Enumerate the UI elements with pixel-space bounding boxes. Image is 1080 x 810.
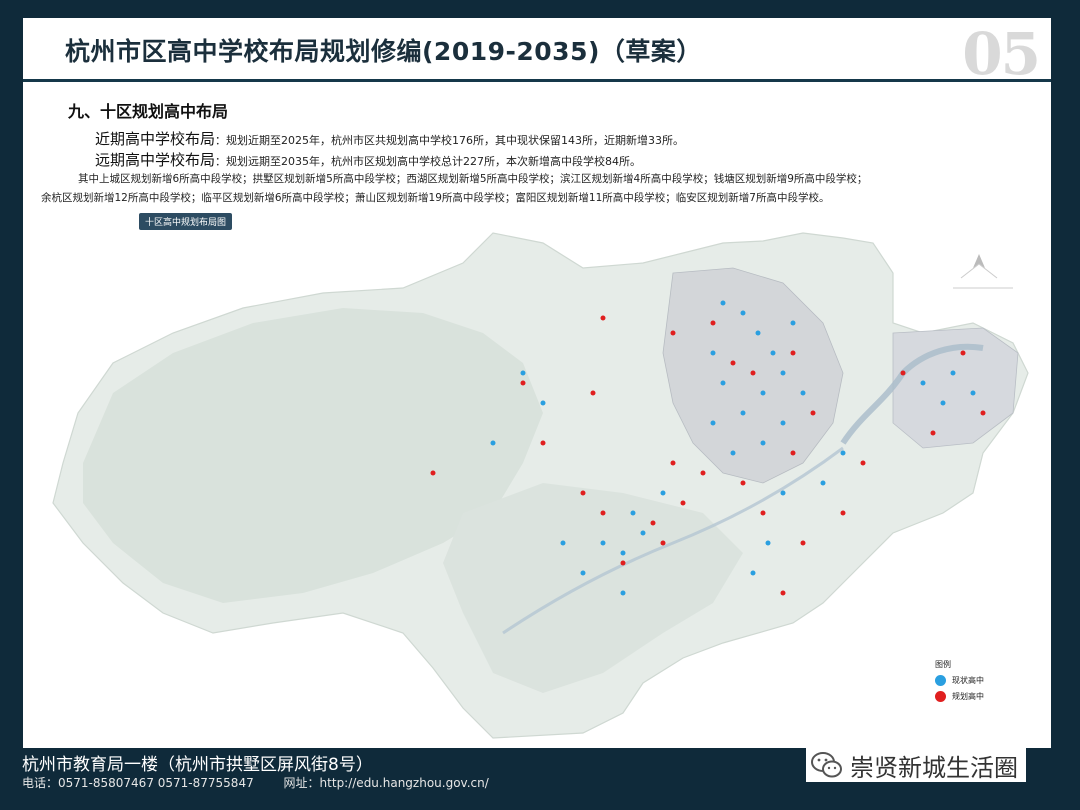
footer-website[interactable]: 网址：http://edu.hangzhou.gov.cn/: [284, 776, 489, 790]
north-arrow-icon: [953, 254, 1013, 289]
watermark: 崇贤新城生活圈: [806, 748, 1026, 782]
long-term-label: 远期高中学校布局: [95, 151, 216, 169]
planned-school-dot-icon: [935, 691, 946, 702]
existing-school-dot-icon: [935, 675, 946, 686]
footer-contact: 电话：0571-85807467 0571-87755847 网址：http:/…: [22, 774, 515, 791]
watermark-text: 崇贤新城生活圈: [850, 753, 1018, 782]
near-term-label: 近期高中学校布局: [95, 130, 216, 148]
header-divider: [23, 79, 1051, 82]
legend-label-planned: 规划高中: [952, 692, 984, 701]
district-details-line-2: 余杭区规划新增12所高中段学校；临平区规划新增6所高中段学校；萧山区规划新增19…: [41, 192, 830, 204]
footer-phone: 电话：0571-85807467 0571-87755847: [22, 776, 254, 790]
legend-title: 图例: [935, 660, 951, 669]
wechat-icon: [811, 752, 842, 778]
section-heading: 九、十区规划高中布局: [68, 102, 229, 121]
southern-terrain: [443, 483, 743, 693]
legend-item-existing: 现状高中: [935, 675, 984, 686]
legend-item-planned: 规划高中: [935, 691, 984, 702]
page-title: 杭州市区高中学校布局规划修编(2019-2035)（草案）: [65, 37, 702, 66]
footer-address: 杭州市教育局一楼（杭州市拱墅区屏风街8号）: [22, 755, 373, 775]
legend-label-existing: 现状高中: [952, 676, 984, 685]
long-term-paragraph: 远期高中学校布局：规划远期至2035年，杭州市区规划高中学校总计227所，本次新…: [95, 149, 641, 170]
near-term-paragraph: 近期高中学校布局：规划近期至2025年，杭州市区共规划高中学校176所，其中现状…: [95, 128, 684, 149]
header: 杭州市区高中学校布局规划修编(2019-2035)（草案） 05: [23, 18, 1051, 88]
map-legend: 图例 现状高中 规划高中: [935, 659, 984, 702]
district-details-line-1: 其中上城区规划新增6所高中段学校；拱墅区规划新增5所高中段学校；西湖区规划新增5…: [78, 173, 868, 185]
district-map: [52, 232, 1029, 739]
page-number: 05: [962, 20, 1041, 88]
map-tag: 十区高中规划布局图: [139, 213, 233, 230]
footer: 杭州市教育局一楼（杭州市拱墅区屏风街8号） 电话：0571-85807467 0…: [0, 748, 1080, 810]
near-term-text: ：规划近期至2025年，杭州市区共规划高中学校176所，其中现状保留143所，近…: [215, 134, 684, 147]
slide-page: 杭州市区高中学校布局规划修编(2019-2035)（草案） 05 九、十区规划高…: [23, 18, 1051, 748]
long-term-text: ：规划远期至2035年，杭州市区规划高中学校总计227所，本次新增高中段学校84…: [215, 155, 641, 168]
